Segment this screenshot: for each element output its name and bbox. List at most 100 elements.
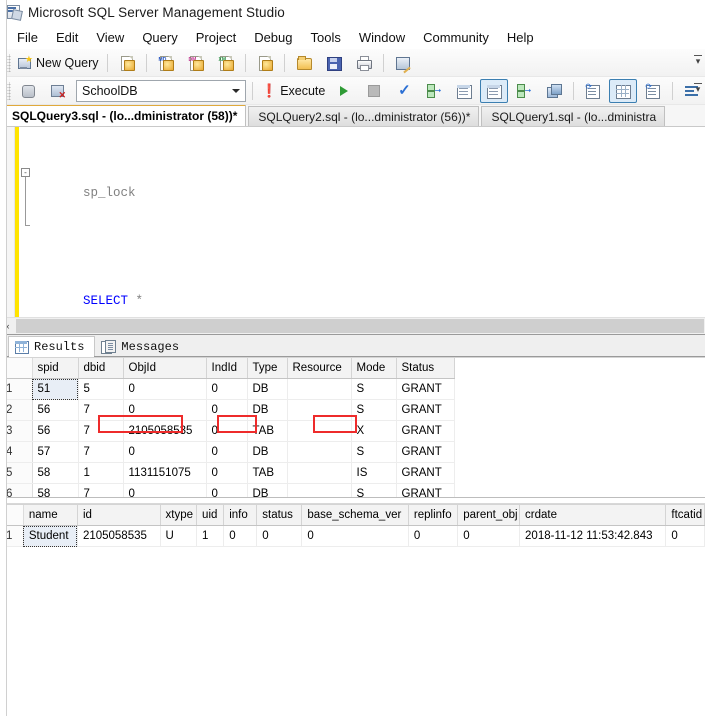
sql-editor[interactable]: - sp_lock SELECT * FROM dbo.sysobjects W… [0, 127, 705, 317]
cell-dbid[interactable]: 5 [78, 378, 124, 400]
editor-code-area[interactable]: sp_lock SELECT * FROM dbo.sysobjects WIT… [32, 127, 705, 317]
cancel-executing-query-button[interactable] [360, 79, 388, 103]
cell-type[interactable]: DB [247, 378, 288, 400]
cell-dbid[interactable]: 7 [78, 441, 124, 463]
cell-indid[interactable]: 0 [206, 420, 248, 442]
table-row[interactable]: 1 Student 2105058535 U 1 0 0 0 0 0 2018-… [1, 525, 705, 547]
parse-button[interactable]: ✓ [390, 79, 418, 103]
cell-id[interactable]: 2105058535 [77, 525, 161, 547]
include-actual-execution-plan-button[interactable]: ➞ [510, 79, 538, 103]
results-to-text-alt-button[interactable]: ⟳ [639, 79, 667, 103]
column-header-status[interactable]: status [256, 505, 303, 526]
menu-community[interactable]: Community [414, 28, 498, 47]
tab-sqlquery1[interactable]: SQLQuery1.sql - (lo...dministra [481, 106, 666, 126]
cell-spid[interactable]: 51 [32, 378, 79, 400]
cell-resource[interactable] [287, 462, 352, 484]
cell-status[interactable]: GRANT [396, 441, 455, 463]
menu-debug[interactable]: Debug [245, 28, 301, 47]
column-header-type[interactable]: Type [247, 358, 288, 379]
cell-type[interactable]: TAB [247, 462, 288, 484]
table-row[interactable]: 1 51 5 0 0 DB S GRANT [1, 378, 455, 400]
column-header-uid[interactable]: uid [196, 505, 225, 526]
menu-view[interactable]: View [87, 28, 133, 47]
column-header-resource[interactable]: Resource [287, 358, 352, 379]
cell-resource[interactable] [287, 441, 352, 463]
cell-replinfo[interactable]: 0 [408, 525, 459, 547]
cell-type[interactable]: DB [247, 483, 288, 497]
cell-mode[interactable]: S [351, 483, 397, 497]
column-header-name[interactable]: name [23, 505, 78, 526]
results-to-text-button[interactable] [480, 78, 509, 103]
cell-indid[interactable]: 0 [206, 462, 248, 484]
tab-sqlquery3[interactable]: SQLQuery3.sql - (lo...dministrator (58))… [2, 105, 247, 126]
cell-spid[interactable]: 58 [32, 462, 79, 484]
include-client-statistics-button[interactable] [540, 79, 568, 103]
results-grid-2-container[interactable]: name id xtype uid info status base_schem… [0, 504, 705, 579]
display-estimated-execution-plan-button[interactable]: ➞ [420, 79, 448, 103]
menu-edit[interactable]: Edit [47, 28, 87, 47]
new-query-current-connection-button[interactable] [113, 51, 141, 75]
available-databases-combo[interactable]: SchoolDB [76, 79, 246, 102]
column-header-parent-obj[interactable]: parent_obj [457, 505, 521, 526]
cell-mode[interactable]: S [351, 441, 397, 463]
cell-resource[interactable] [287, 378, 352, 400]
cell-mode[interactable]: S [351, 399, 397, 421]
cell-xtype[interactable]: U [160, 525, 198, 547]
cell-dbid[interactable]: 7 [78, 399, 124, 421]
cell-indid[interactable]: 0 [206, 378, 248, 400]
print-button[interactable] [350, 51, 378, 75]
cell-objid[interactable]: 2105058535 [123, 420, 207, 442]
results-grid-1[interactable]: spid dbid ObjId IndId Type Resource Mode… [1, 358, 455, 497]
cell-mode[interactable]: IS [351, 462, 397, 484]
column-header-id[interactable]: id [77, 505, 161, 526]
cell-resource[interactable] [287, 399, 352, 421]
new-file-button[interactable] [251, 51, 279, 75]
column-header-status[interactable]: Status [396, 358, 455, 379]
column-header-spid[interactable]: spid [32, 358, 79, 379]
cell-dbid[interactable]: 7 [78, 420, 124, 442]
menu-help[interactable]: Help [498, 28, 543, 47]
toolbar-overflow-button[interactable]: ▾ [693, 83, 703, 94]
query-options-button[interactable] [450, 79, 478, 103]
execute-play-button[interactable] [330, 79, 358, 103]
cell-base-schema-ver[interactable]: 0 [301, 525, 409, 547]
column-header-dbid[interactable]: dbid [78, 358, 124, 379]
cell-spid[interactable]: 56 [32, 399, 79, 421]
collapse-region-toggle[interactable]: - [21, 168, 30, 177]
results-grid-divider[interactable] [0, 497, 705, 504]
new-query-button[interactable]: ★ New Query [14, 51, 102, 75]
cell-type[interactable]: DB [247, 399, 288, 421]
editor-horizontal-scrollbar[interactable]: ‹ [0, 317, 705, 334]
cell-name[interactable]: Student [23, 525, 78, 547]
tab-messages[interactable]: Messages [95, 336, 190, 356]
cell-status[interactable]: GRANT [396, 399, 455, 421]
editor-outlining-margin[interactable]: - [19, 127, 32, 317]
cell-resource[interactable] [287, 420, 352, 442]
cell-indid[interactable]: 0 [206, 483, 248, 497]
cell-mode[interactable]: S [351, 378, 397, 400]
menu-file[interactable]: File [8, 28, 47, 47]
results-grid-1-container[interactable]: spid dbid ObjId IndId Type Resource Mode… [0, 357, 705, 497]
cell-indid[interactable]: 0 [206, 441, 248, 463]
column-header-objid[interactable]: ObjId [123, 358, 207, 379]
table-row[interactable]: 4 57 7 0 0 DB S GRANT [1, 441, 455, 463]
results-grid-2[interactable]: name id xtype uid info status base_schem… [1, 505, 705, 547]
cell-uid[interactable]: 1 [196, 525, 225, 547]
table-row[interactable]: 3 56 7 2105058535 0 TAB X GRANT [1, 420, 455, 442]
cell-objid[interactable]: 0 [123, 399, 207, 421]
new-xmla-query-button[interactable]: XM [212, 51, 240, 75]
scrollbar-track[interactable] [16, 319, 704, 333]
results-to-grid-button[interactable] [609, 78, 638, 103]
toolbar-overflow-button[interactable]: ▾ [693, 55, 703, 66]
cell-spid[interactable]: 56 [32, 420, 79, 442]
cell-objid[interactable]: 0 [123, 441, 207, 463]
menu-window[interactable]: Window [350, 28, 414, 47]
cell-type[interactable]: TAB [247, 420, 288, 442]
cell-resource[interactable] [287, 483, 352, 497]
cell-indid[interactable]: 0 [206, 399, 248, 421]
cell-type[interactable]: DB [247, 441, 288, 463]
column-header-crdate[interactable]: crdate [519, 505, 667, 526]
cell-mode[interactable]: X [351, 420, 397, 442]
cell-spid[interactable]: 58 [32, 483, 79, 497]
cell-dbid[interactable]: 1 [78, 462, 124, 484]
